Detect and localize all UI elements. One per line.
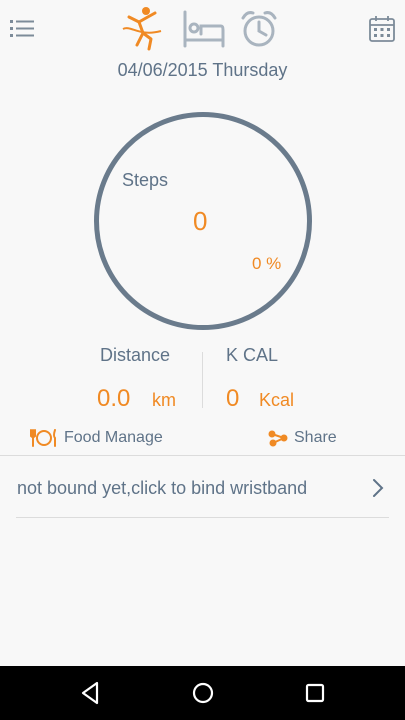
food-manage-label: Food Manage [64,429,163,446]
recent-apps-square-icon[interactable] [301,679,329,707]
share-label: Share [294,429,337,446]
bind-wristband-row[interactable]: not bound yet,click to bind wristband [0,456,405,516]
calendar-icon[interactable] [367,14,397,44]
steps-label: Steps [122,170,169,190]
divider-line [16,517,389,518]
share-button[interactable]: Share [268,425,337,451]
chevron-right-icon [373,479,384,497]
bed-sleep-icon[interactable] [181,8,227,50]
kcal-label: K CAL [226,345,279,365]
alarm-clock-icon[interactable] [239,8,279,50]
distance-label: Distance [100,345,171,365]
distance-value: 0.0 [97,385,131,412]
top-bar [0,0,405,58]
stat-divider [202,352,203,408]
walking-person-icon[interactable] [121,5,163,53]
steps-percent: 0 % [252,254,282,273]
menu-list-icon[interactable] [8,14,38,44]
home-circle-icon[interactable] [189,679,217,707]
kcal-value: 0 [226,385,240,412]
food-plate-icon [30,429,56,447]
steps-value: 0 [193,206,208,236]
back-triangle-icon[interactable] [77,679,105,707]
android-nav-bar [0,666,405,720]
bind-wristband-text: not bound yet,click to bind wristband [17,478,308,498]
share-icon [268,430,288,447]
date-label: 04/06/2015 Thursday [117,60,288,80]
distance-unit: km [152,390,176,410]
food-manage-button[interactable]: Food Manage [30,425,163,451]
kcal-unit: Kcal [259,390,295,410]
app-screen: 04/06/2015 Thursday Steps 0 0 % Distance… [0,0,405,720]
